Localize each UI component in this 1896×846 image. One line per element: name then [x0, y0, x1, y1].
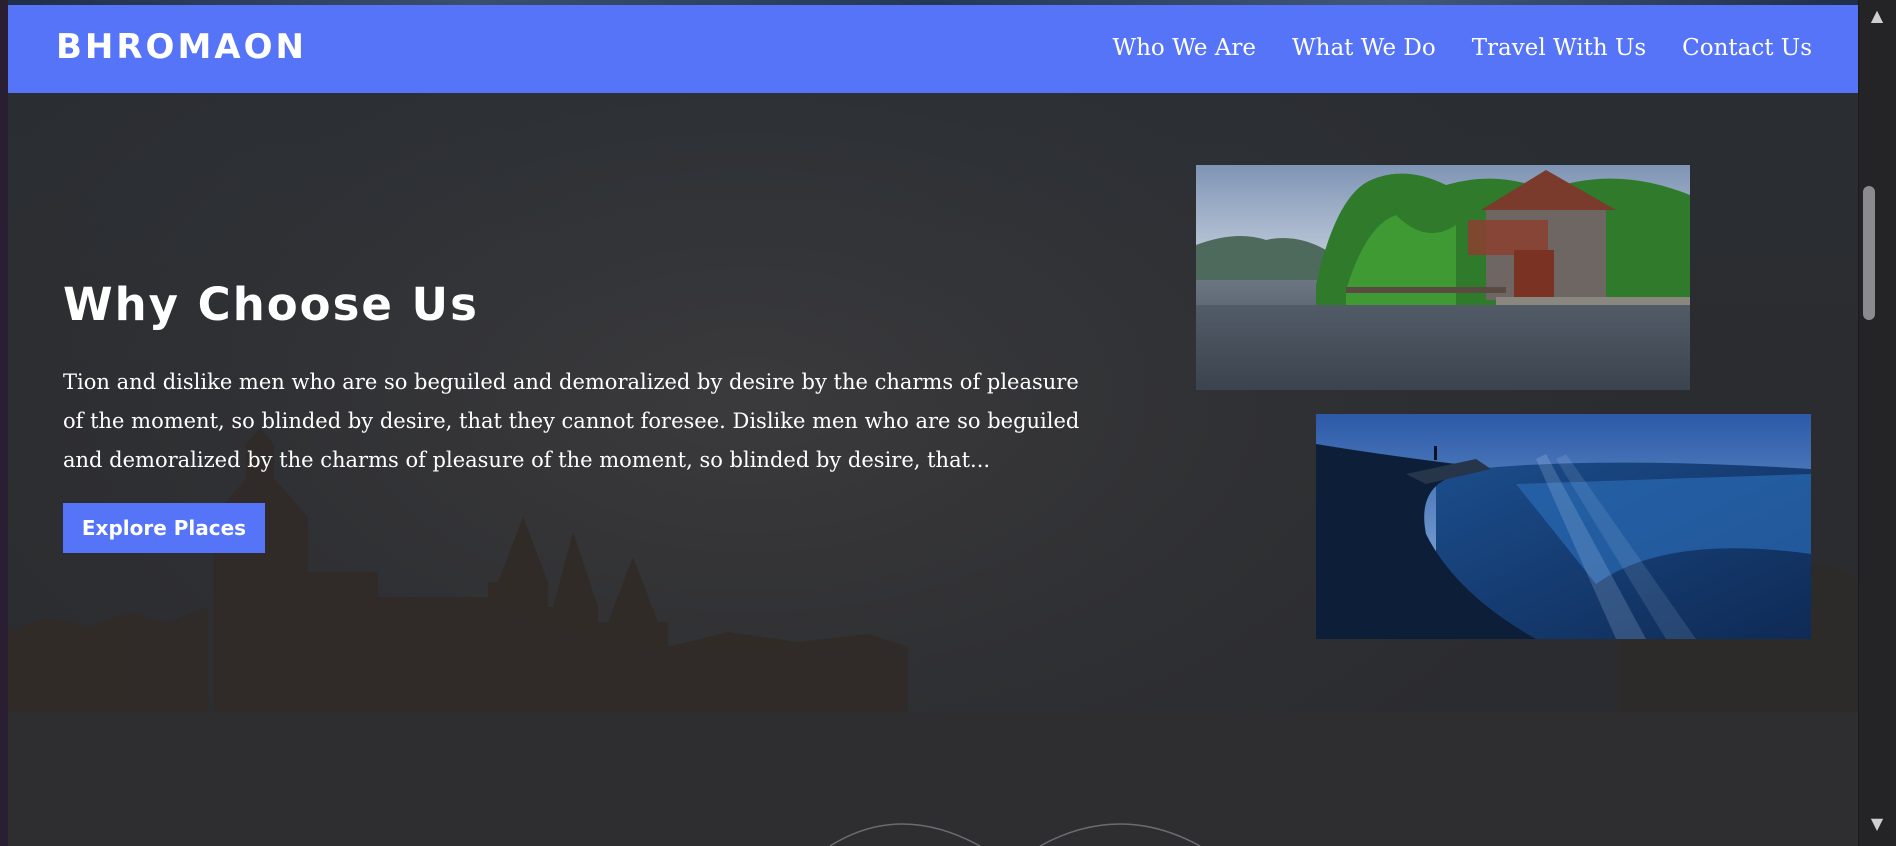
nav-link-who-we-are[interactable]: Who We Are — [1112, 35, 1256, 61]
section-title: Why Choose Us — [63, 278, 479, 331]
scroll-down-arrow-icon[interactable]: ▼ — [1858, 814, 1896, 838]
section-description: Tion and dislike men who are so beguiled… — [63, 370, 1080, 472]
canyon-hiker-photo — [1316, 414, 1811, 639]
top-navbar: BHROMAON Who We Are What We Do Travel Wi… — [8, 5, 1858, 93]
nav-link-travel-with-us[interactable]: Travel With Us — [1472, 35, 1646, 61]
nav-link-contact-us[interactable]: Contact Us — [1682, 35, 1812, 61]
brand-logo[interactable]: BHROMAON — [56, 27, 307, 67]
vertical-scrollbar[interactable]: ▲ ▼ — [1858, 0, 1896, 846]
nav-links: Who We Are What We Do Travel With Us Con… — [1112, 35, 1812, 61]
scrollbar-thumb[interactable] — [1863, 186, 1875, 320]
lake-boathouse-photo — [1196, 165, 1690, 390]
scrollbar-divider — [1858, 0, 1859, 846]
scroll-up-arrow-icon[interactable]: ▲ — [1858, 6, 1896, 30]
explore-places-button[interactable]: Explore Places — [63, 503, 265, 553]
page: Why Choose Us Tion and dislike men who a… — [0, 0, 1896, 846]
decorative-arcs — [829, 823, 1201, 846]
window-edge — [0, 0, 8, 846]
nav-link-what-we-do[interactable]: What We Do — [1292, 35, 1436, 61]
